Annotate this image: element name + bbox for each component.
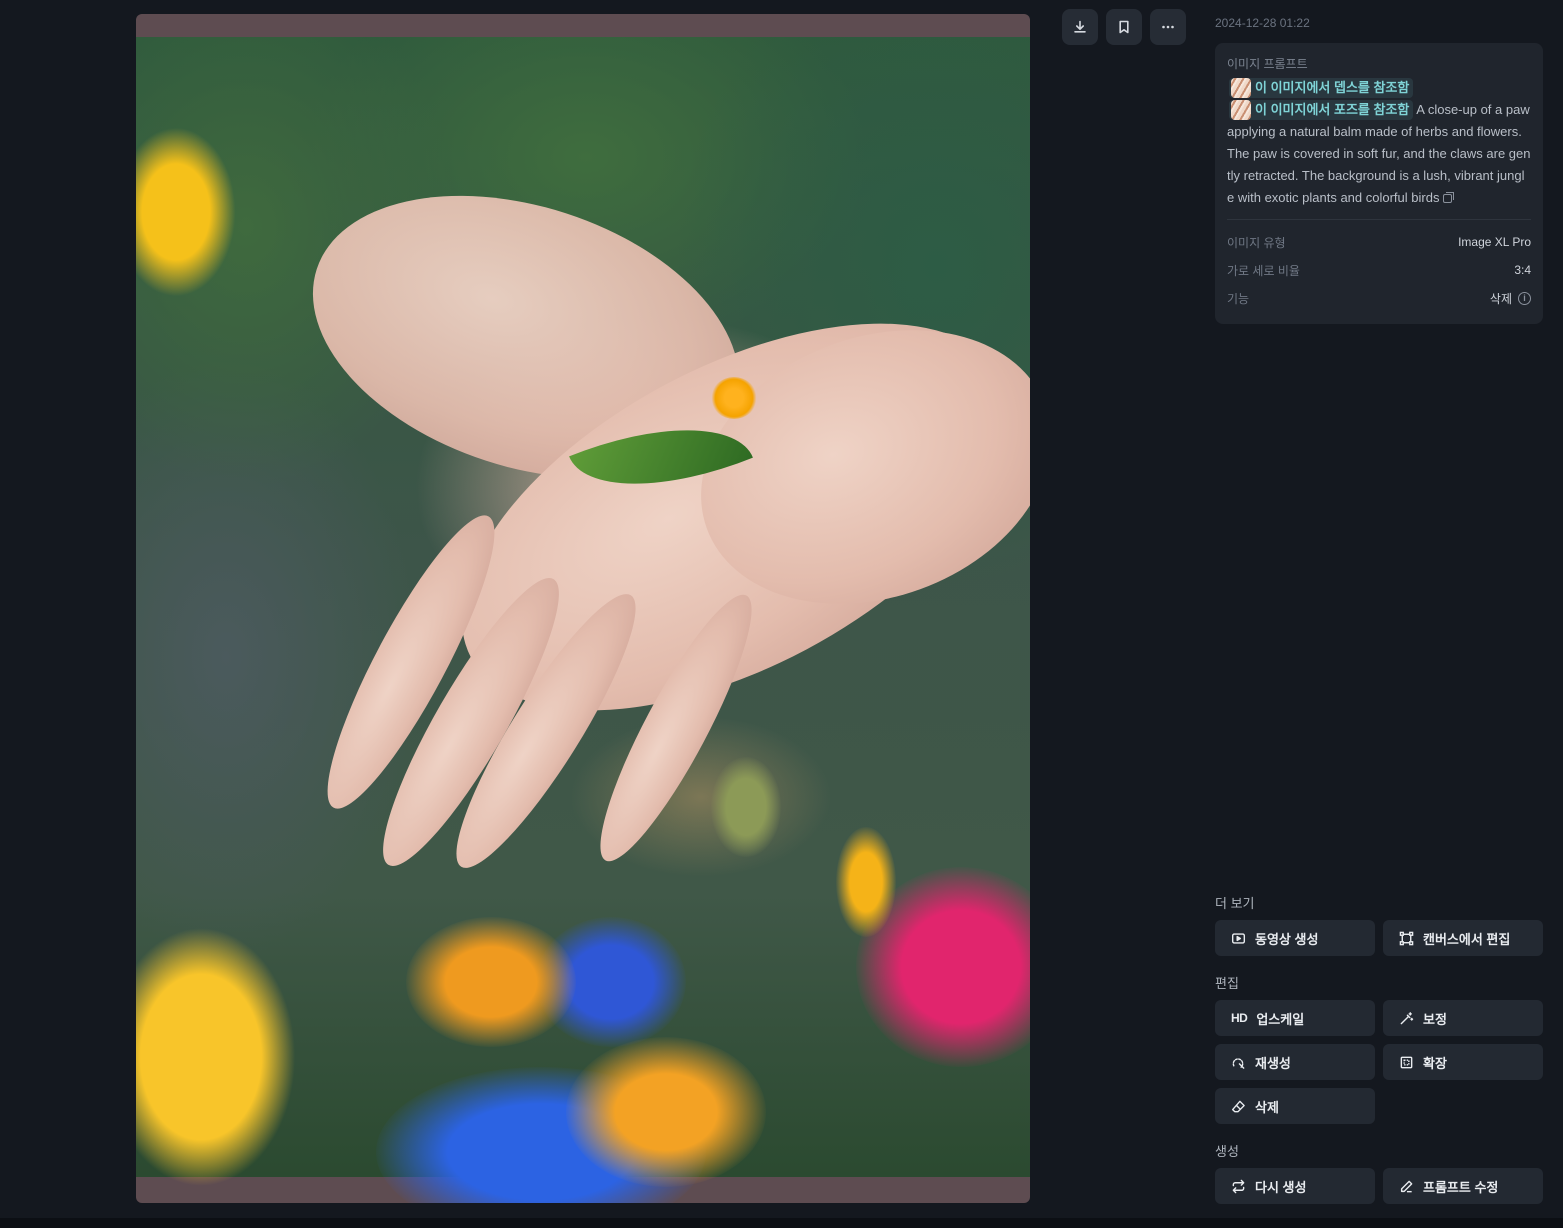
image-action-bar bbox=[1062, 9, 1186, 45]
meta-value: Image XL Pro bbox=[1458, 235, 1531, 250]
meta-key: 가로 세로 비율 bbox=[1227, 263, 1300, 278]
eraser-icon bbox=[1231, 1100, 1245, 1112]
pencil-icon bbox=[1400, 1180, 1413, 1192]
edit-prompt-label: 프롬프트 수정 bbox=[1423, 1179, 1499, 1195]
pose-reference-chip[interactable]: 이 이미지에서 포즈를 참조함 bbox=[1229, 100, 1414, 121]
image-flower-orange-center bbox=[566, 1037, 766, 1187]
repeat-icon bbox=[1232, 1179, 1245, 1193]
download-button[interactable] bbox=[1062, 9, 1098, 45]
create-video-button[interactable]: 동영상 생성 bbox=[1215, 920, 1375, 956]
meta-key: 기능 bbox=[1227, 291, 1250, 306]
info-icon[interactable]: i bbox=[1518, 291, 1531, 305]
retouch-button[interactable]: 보정 bbox=[1383, 1000, 1543, 1036]
image-flower-yellow-bottom bbox=[136, 927, 296, 1187]
section-title-more: 더 보기 bbox=[1215, 896, 1255, 911]
bookmark-icon bbox=[1119, 20, 1129, 34]
more-options-button[interactable] bbox=[1150, 9, 1186, 45]
meta-value: 3:4 bbox=[1514, 263, 1531, 278]
image-flower-yellow-left bbox=[136, 127, 236, 297]
retouch-label: 보정 bbox=[1423, 1011, 1447, 1027]
depth-reference-label: 이 이미지에서 뎁스를 참조함 bbox=[1255, 79, 1410, 95]
bottom-bar bbox=[0, 1218, 1563, 1228]
hd-icon: HD bbox=[1231, 1011, 1248, 1025]
section-title-edit: 편집 bbox=[1215, 976, 1239, 991]
meta-value-feature: 삭제 i bbox=[1490, 290, 1531, 307]
magic-wand-icon bbox=[1400, 1011, 1414, 1024]
prompt-info-card: 이미지 프롬프트 이 이미지에서 뎁스를 참조함 이 이미지에서 포즈를 참조함… bbox=[1215, 43, 1543, 324]
create-video-label: 동영상 생성 bbox=[1255, 931, 1319, 947]
prompt-text-block[interactable]: 이 이미지에서 뎁스를 참조함 이 이미지에서 포즈를 참조함 A close-… bbox=[1227, 76, 1531, 209]
video-icon bbox=[1231, 932, 1246, 944]
reference-thumbnail bbox=[1231, 77, 1251, 98]
meta-key: 이미지 유형 bbox=[1227, 235, 1286, 250]
expand-icon bbox=[1400, 1056, 1413, 1068]
generate-again-label: 다시 생성 bbox=[1255, 1179, 1307, 1195]
edit-prompt-button[interactable]: 프롬프트 수정 bbox=[1383, 1168, 1543, 1204]
meta-row-aspect-ratio: 가로 세로 비율 3:4 bbox=[1227, 256, 1531, 284]
generated-image-frame[interactable] bbox=[136, 14, 1030, 1203]
expand-label: 확장 bbox=[1423, 1055, 1447, 1071]
download-icon bbox=[1074, 20, 1086, 33]
meta-row-image-type: 이미지 유형 Image XL Pro bbox=[1227, 228, 1531, 256]
generate-again-button[interactable]: 다시 생성 bbox=[1215, 1168, 1375, 1204]
card-divider bbox=[1227, 219, 1531, 221]
generated-image[interactable] bbox=[136, 37, 1030, 1203]
prompt-label: 이미지 프롬프트 bbox=[1227, 57, 1308, 71]
created-timestamp: 2024-12-28 01:22 bbox=[1215, 16, 1310, 30]
depth-reference-chip[interactable]: 이 이미지에서 뎁스를 참조함 bbox=[1229, 77, 1414, 98]
erase-button[interactable]: 삭제 bbox=[1215, 1088, 1375, 1124]
image-bud bbox=[711, 757, 781, 857]
reference-thumbnail bbox=[1231, 100, 1251, 121]
regenerate-area-button[interactable]: 재생성 bbox=[1215, 1044, 1375, 1080]
upscale-button[interactable]: HD 업스케일 bbox=[1215, 1000, 1375, 1036]
bookmark-button[interactable] bbox=[1106, 9, 1142, 45]
copy-icon[interactable] bbox=[1443, 192, 1455, 204]
edit-in-canvas-button[interactable]: 캔버스에서 편집 bbox=[1383, 920, 1543, 956]
regenerate-brush-icon bbox=[1232, 1057, 1245, 1069]
meta-value: 삭제 bbox=[1489, 291, 1512, 306]
more-icon bbox=[1162, 25, 1174, 29]
image-flower-yellow-right bbox=[836, 827, 896, 937]
image-flower-orange bbox=[406, 917, 576, 1047]
expand-button[interactable]: 확장 bbox=[1383, 1044, 1543, 1080]
image-flower-yellow bbox=[711, 377, 757, 419]
regenerate-area-label: 재생성 bbox=[1255, 1055, 1291, 1071]
pose-reference-label: 이 이미지에서 포즈를 참조함 bbox=[1255, 102, 1410, 118]
edit-in-canvas-label: 캔버스에서 편집 bbox=[1423, 931, 1511, 947]
upscale-label: 업스케일 bbox=[1256, 1011, 1305, 1027]
section-title-generate: 생성 bbox=[1215, 1144, 1239, 1159]
canvas-icon bbox=[1399, 931, 1414, 945]
erase-label: 삭제 bbox=[1255, 1099, 1279, 1115]
meta-row-feature: 기능 삭제 i bbox=[1227, 284, 1531, 312]
